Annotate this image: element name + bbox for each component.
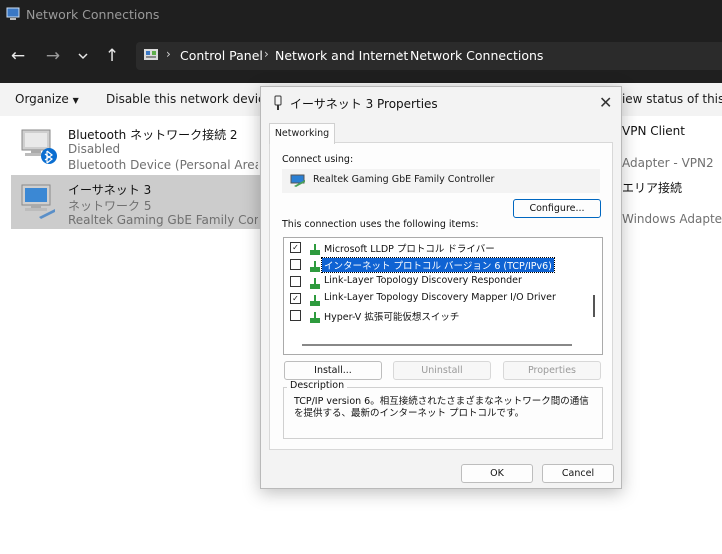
list-item-label: Hyper-V 拡張可能仮想スイッチ <box>324 312 460 323</box>
ethernet-adapter-icon <box>274 95 282 110</box>
checkbox[interactable] <box>290 276 301 287</box>
tab-networking[interactable]: Networking <box>269 123 335 144</box>
list-item-label: Microsoft LLDP プロトコル ドライバー <box>324 244 495 255</box>
connect-using-label: Connect using: <box>282 154 354 165</box>
title-bar: Network Connections <box>0 0 722 30</box>
description-title: Description <box>287 380 348 391</box>
network-adapter-icon <box>290 174 305 187</box>
connection-name: Bluetooth ネットワーク接続 2 <box>68 128 238 142</box>
breadcrumb-network-and-internet[interactable]: Network and Internet <box>275 48 408 63</box>
uninstall-button[interactable]: Uninstall <box>393 361 491 380</box>
protocol-icon <box>310 261 320 272</box>
connection-status: Disabled <box>68 142 121 156</box>
connection-name: イーサネット 3 <box>68 183 152 197</box>
components-list[interactable]: ✓ Microsoft LLDP プロトコル ドライバー インターネット プロト… <box>283 237 603 355</box>
breadcrumb-control-panel[interactable]: Control Panel <box>180 48 263 63</box>
checkbox[interactable]: ✓ <box>290 293 301 304</box>
description-text: TCP/IP version 6。相互接続されたさまざまなネットワーク間の通信を… <box>294 396 589 419</box>
ethernet-network-icon <box>21 184 55 219</box>
protocol-icon <box>310 312 320 323</box>
list-item-selected[interactable]: インターネット プロトコル バージョン 6 (TCP/IPv6) <box>284 256 584 273</box>
list-item[interactable]: ✓ Link-Layer Topology Discovery Mapper I… <box>284 290 584 307</box>
breadcrumb-separator: › <box>398 47 403 61</box>
list-item-label: Link-Layer Topology Discovery Mapper I/O… <box>324 292 556 303</box>
list-item-label: インターネット プロトコル バージョン 6 (TCP/IPv6) <box>321 257 555 273</box>
view-status-button[interactable]: View status of this conn <box>614 92 722 106</box>
ok-button[interactable]: OK <box>461 464 533 483</box>
close-button[interactable]: ✕ <box>599 93 612 112</box>
vpn-connection-device: Adapter - VPN2 <box>622 156 714 170</box>
arrow-left-icon: ← <box>10 46 26 66</box>
close-icon: ✕ <box>599 93 613 112</box>
protocol-icon <box>310 295 320 306</box>
caret-down-icon: ▼ <box>72 96 79 105</box>
properties-button[interactable]: Properties <box>503 361 601 380</box>
control-panel-icon <box>144 49 158 60</box>
connection-device: Realtek Gaming GbE Family Contr... <box>68 213 258 227</box>
checkbox[interactable]: ✓ <box>290 242 301 253</box>
connection-status: ネットワーク 5 <box>68 199 152 213</box>
chevron-down-icon <box>78 53 88 60</box>
checkbox[interactable] <box>290 310 301 321</box>
address-bar: ← → ↑ › Control Panel › Network and Inte… <box>0 30 722 83</box>
adapter-name: Realtek Gaming GbE Family Controller <box>313 174 495 185</box>
window-title: Network Connections <box>26 7 160 22</box>
list-item[interactable]: ✓ Microsoft LLDP プロトコル ドライバー <box>284 239 584 256</box>
arrow-right-icon: → <box>45 46 61 66</box>
horizontal-scrollbar[interactable] <box>302 344 572 346</box>
local-area-connection-name[interactable]: エリア接続 <box>622 179 682 196</box>
breadcrumb-network-connections[interactable]: Network Connections <box>410 48 543 63</box>
list-item[interactable]: Hyper-V 拡張可能仮想スイッチ <box>284 307 584 324</box>
dialog-title: イーサネット 3 Properties <box>290 97 438 111</box>
breadcrumb-separator: › <box>166 47 171 61</box>
configure-button[interactable]: Configure... <box>513 199 601 218</box>
up-button[interactable]: ↑ <box>101 45 123 67</box>
vertical-scrollbar[interactable] <box>593 295 595 317</box>
bluetooth-network-icon <box>21 129 57 164</box>
protocol-icon <box>310 244 320 255</box>
organize-menu[interactable]: Organize ▼ <box>15 92 79 106</box>
connection-item[interactable]: Bluetooth ネットワーク接続 2 Disabled Bluetooth … <box>11 120 260 174</box>
recent-locations-button[interactable] <box>72 45 94 67</box>
items-label: This connection uses the following items… <box>282 219 479 230</box>
local-area-connection-device: Windows Adapter V9 <box>622 212 722 226</box>
list-item[interactable]: Link-Layer Topology Discovery Responder <box>284 273 584 290</box>
back-button[interactable]: ← <box>7 45 29 67</box>
breadcrumb[interactable]: › Control Panel › Network and Internet ›… <box>136 42 722 70</box>
connection-item-selected[interactable]: イーサネット 3 ネットワーク 5 Realtek Gaming GbE Fam… <box>11 175 260 229</box>
protocol-icon <box>310 278 320 289</box>
list-item-label: Link-Layer Topology Discovery Responder <box>324 275 522 286</box>
vpn-connection-name[interactable]: VPN Client <box>622 124 685 138</box>
network-connections-icon <box>6 7 20 20</box>
forward-button[interactable]: → <box>42 45 64 67</box>
organize-label: Organize <box>15 92 69 106</box>
arrow-up-icon: ↑ <box>104 46 120 66</box>
connection-device: Bluetooth Device (Personal Area ... <box>68 158 258 172</box>
adapter-field: Realtek Gaming GbE Family Controller <box>282 169 600 193</box>
breadcrumb-separator: › <box>264 47 269 61</box>
networking-panel: Connect using: Realtek Gaming GbE Family… <box>269 142 613 450</box>
cancel-button[interactable]: Cancel <box>542 464 614 483</box>
properties-dialog: イーサネット 3 Properties ✕ Networking Connect… <box>260 86 622 489</box>
checkbox[interactable] <box>290 259 301 270</box>
install-button[interactable]: Install... <box>284 361 382 380</box>
disable-device-button[interactable]: Disable this network device <box>106 92 272 106</box>
